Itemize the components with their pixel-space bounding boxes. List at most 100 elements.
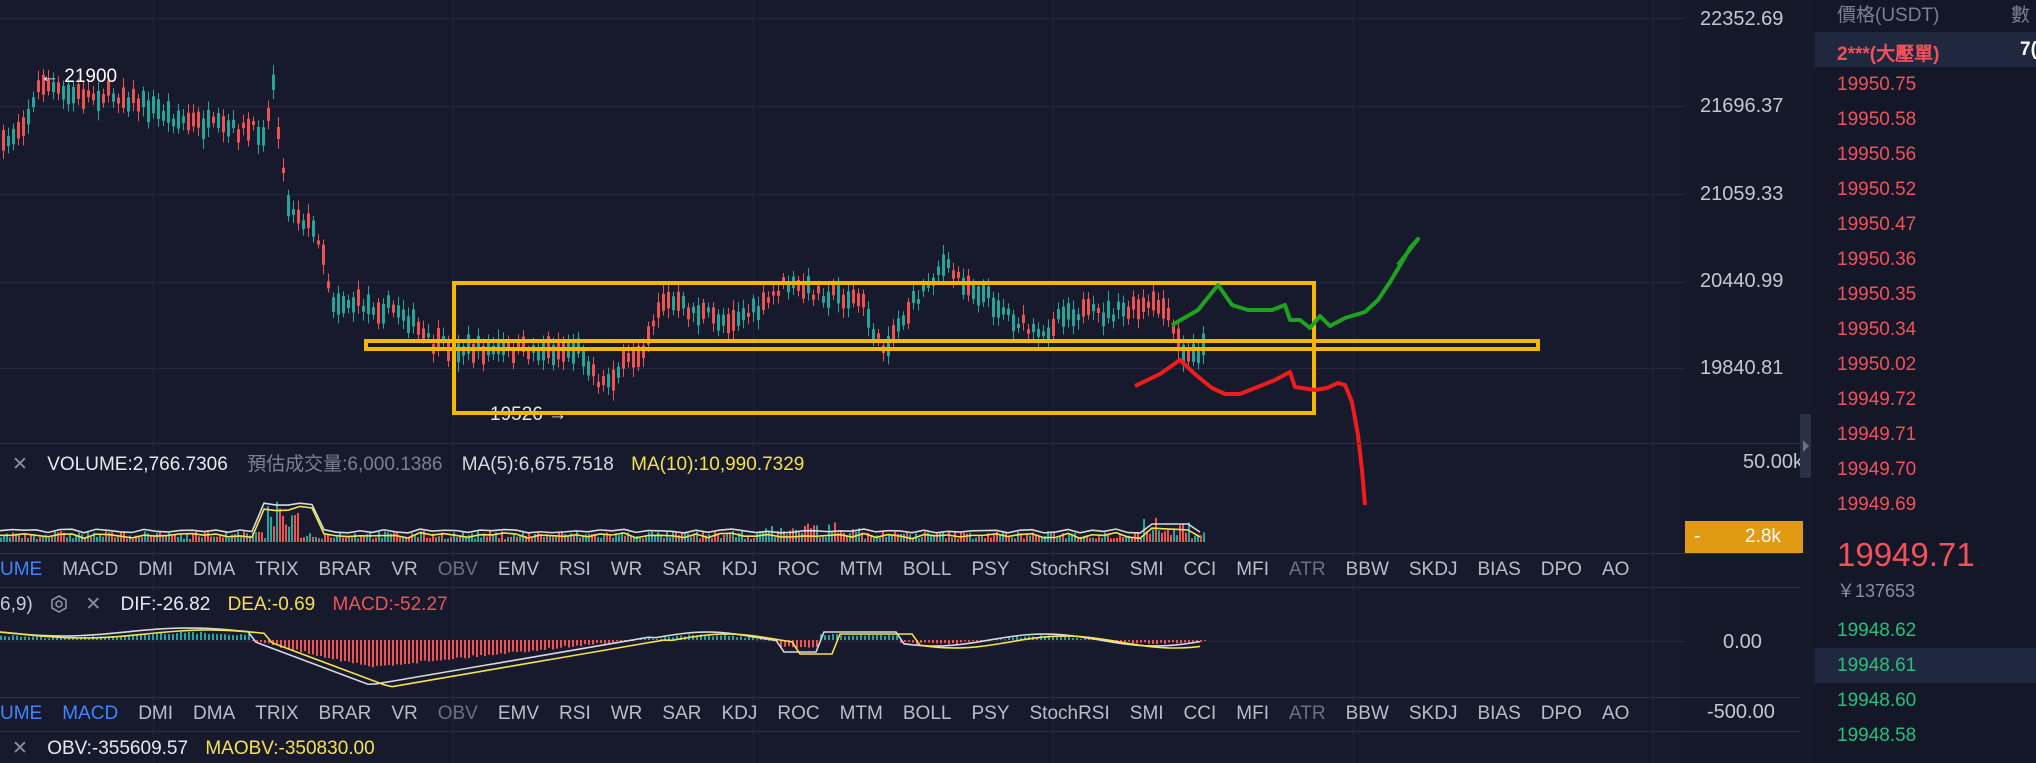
tab-wr[interactable]: WR: [601, 559, 653, 581]
tab-stochrsi[interactable]: StochRSI: [1020, 703, 1120, 725]
tab-cci[interactable]: CCI: [1174, 703, 1227, 725]
tab-cci[interactable]: CCI: [1174, 559, 1227, 581]
price-tick: 22352.69: [1700, 8, 1784, 30]
ask-price: 19950.58: [1837, 109, 1917, 130]
close-icon[interactable]: ✕: [12, 454, 28, 475]
indicator-tabs: UME MACD DMI DMA TRIX BRAR VR OBV EMV RSI WR SAR KDJ…: [0, 699, 1639, 729]
tab-rsi[interactable]: RSI: [549, 703, 601, 725]
big-order-row[interactable]: 2***(大壓單) 7(: [1815, 32, 2036, 67]
ask-row[interactable]: 19950.36: [1815, 242, 2036, 277]
tab-skdj[interactable]: SKDJ: [1399, 559, 1468, 581]
panel-toggle-handle[interactable]: [1800, 414, 1811, 478]
tab-bbw[interactable]: BBW: [1336, 559, 1399, 581]
bid-price: 19948.60: [1837, 690, 1917, 711]
tab-wr[interactable]: WR: [601, 703, 653, 725]
ask-row[interactable]: 19950.02: [1815, 347, 2036, 382]
ask-row[interactable]: 19949.72: [1815, 382, 2036, 417]
tab-bias[interactable]: BIAS: [1467, 559, 1530, 581]
panel-separator: [0, 587, 1800, 588]
price-tick: 19840.81: [1700, 357, 1784, 379]
ma10-value: MA(10):10,990.7329: [631, 454, 805, 475]
tab-macd[interactable]: MACD: [52, 703, 128, 725]
price-tick: 21696.37: [1700, 95, 1784, 117]
ask-price: 19950.47: [1837, 214, 1917, 235]
ask-row[interactable]: 19949.69: [1815, 487, 2036, 522]
ask-row[interactable]: 19949.70: [1815, 452, 2036, 487]
volume-legend: ✕ VOLUME:2,766.7306 預估成交量:6,000.1386 MA(…: [12, 449, 804, 476]
bid-row[interactable]: 19948.61: [1815, 648, 2036, 683]
tab-sar[interactable]: SAR: [652, 559, 711, 581]
tab-dma[interactable]: DMA: [183, 559, 245, 581]
tab-atr[interactable]: ATR: [1279, 703, 1336, 725]
tab-ume[interactable]: UME: [0, 703, 52, 725]
tab-bias[interactable]: BIAS: [1467, 703, 1530, 725]
chart-area[interactable]: ← 21900 19526 → ✕ VOLUME:2,766.7306 預估成交…: [0, 0, 1800, 763]
tab-ao[interactable]: AO: [1592, 559, 1639, 581]
last-price: 19949.71: [1837, 536, 1975, 573]
tab-ume[interactable]: UME: [0, 559, 52, 581]
panel-separator: [0, 553, 1800, 554]
ask-row[interactable]: 19950.56: [1815, 137, 2036, 172]
tab-dmi[interactable]: DMI: [128, 559, 183, 581]
bid-price: 19948.61: [1837, 655, 1917, 676]
tab-mfi[interactable]: MFI: [1226, 559, 1279, 581]
tab-kdj[interactable]: KDJ: [711, 703, 767, 725]
tab-brar[interactable]: BRAR: [309, 703, 382, 725]
tab-ao[interactable]: AO: [1592, 703, 1639, 725]
tab-brar[interactable]: BRAR: [309, 559, 382, 581]
obv-legend: ✕ OBV:-355609.57 MAOBV:-350830.00: [12, 737, 375, 760]
tab-bbw[interactable]: BBW: [1336, 703, 1399, 725]
tab-mtm[interactable]: MTM: [830, 559, 893, 581]
tab-vr[interactable]: VR: [381, 703, 427, 725]
tab-vr[interactable]: VR: [381, 559, 427, 581]
ask-price: 19950.52: [1837, 179, 1917, 200]
close-icon[interactable]: ✕: [12, 738, 28, 759]
tab-smi[interactable]: SMI: [1120, 559, 1174, 581]
ask-row[interactable]: 19950.52: [1815, 172, 2036, 207]
tab-dpo[interactable]: DPO: [1531, 559, 1592, 581]
tab-boll[interactable]: BOLL: [893, 559, 962, 581]
tab-mtm[interactable]: MTM: [830, 703, 893, 725]
drawing-overlay[interactable]: [0, 0, 1685, 520]
tab-emv[interactable]: EMV: [488, 559, 549, 581]
price-tick: 21059.33: [1700, 183, 1784, 205]
tab-stochrsi[interactable]: StochRSI: [1020, 559, 1120, 581]
ask-row[interactable]: 19950.58: [1815, 102, 2036, 137]
tab-trix[interactable]: TRIX: [245, 703, 308, 725]
ask-row[interactable]: 19950.34: [1815, 312, 2036, 347]
tab-trix[interactable]: TRIX: [245, 559, 308, 581]
panel-separator: [0, 731, 1800, 732]
tab-mfi[interactable]: MFI: [1226, 703, 1279, 725]
ask-row[interactable]: 19950.35: [1815, 277, 2036, 312]
tab-obv[interactable]: OBV: [428, 559, 488, 581]
tab-kdj[interactable]: KDJ: [711, 559, 767, 581]
tab-dpo[interactable]: DPO: [1531, 703, 1592, 725]
tab-dma[interactable]: DMA: [183, 703, 245, 725]
tab-smi[interactable]: SMI: [1120, 703, 1174, 725]
tab-emv[interactable]: EMV: [488, 703, 549, 725]
volume-tag: - 2.8k: [1685, 521, 1803, 553]
price-axis[interactable]: 22352.69 21696.37 21059.33 20440.99 1984…: [1685, 0, 1803, 763]
bid-row[interactable]: 19948.58: [1815, 718, 2036, 753]
volume-histogram: [0, 501, 1205, 542]
tab-obv[interactable]: OBV: [428, 703, 488, 725]
tab-roc[interactable]: ROC: [767, 559, 829, 581]
ask-price: 19949.71: [1837, 424, 1917, 445]
tab-macd[interactable]: MACD: [52, 559, 128, 581]
ask-row[interactable]: 19950.47: [1815, 207, 2036, 242]
tab-dmi[interactable]: DMI: [128, 703, 183, 725]
ask-row[interactable]: 19949.71: [1815, 417, 2036, 452]
tab-rsi[interactable]: RSI: [549, 559, 601, 581]
tab-roc[interactable]: ROC: [767, 703, 829, 725]
tab-boll[interactable]: BOLL: [893, 703, 962, 725]
bid-row[interactable]: 19948.60: [1815, 683, 2036, 718]
ask-price: 19949.69: [1837, 494, 1917, 515]
ask-price: 19950.34: [1837, 319, 1917, 340]
tab-psy[interactable]: PSY: [961, 703, 1019, 725]
bid-row[interactable]: 19948.62: [1815, 613, 2036, 648]
tab-psy[interactable]: PSY: [961, 559, 1019, 581]
tab-atr[interactable]: ATR: [1279, 559, 1336, 581]
tab-skdj[interactable]: SKDJ: [1399, 703, 1468, 725]
tab-sar[interactable]: SAR: [652, 703, 711, 725]
ask-row[interactable]: 19950.75: [1815, 67, 2036, 102]
